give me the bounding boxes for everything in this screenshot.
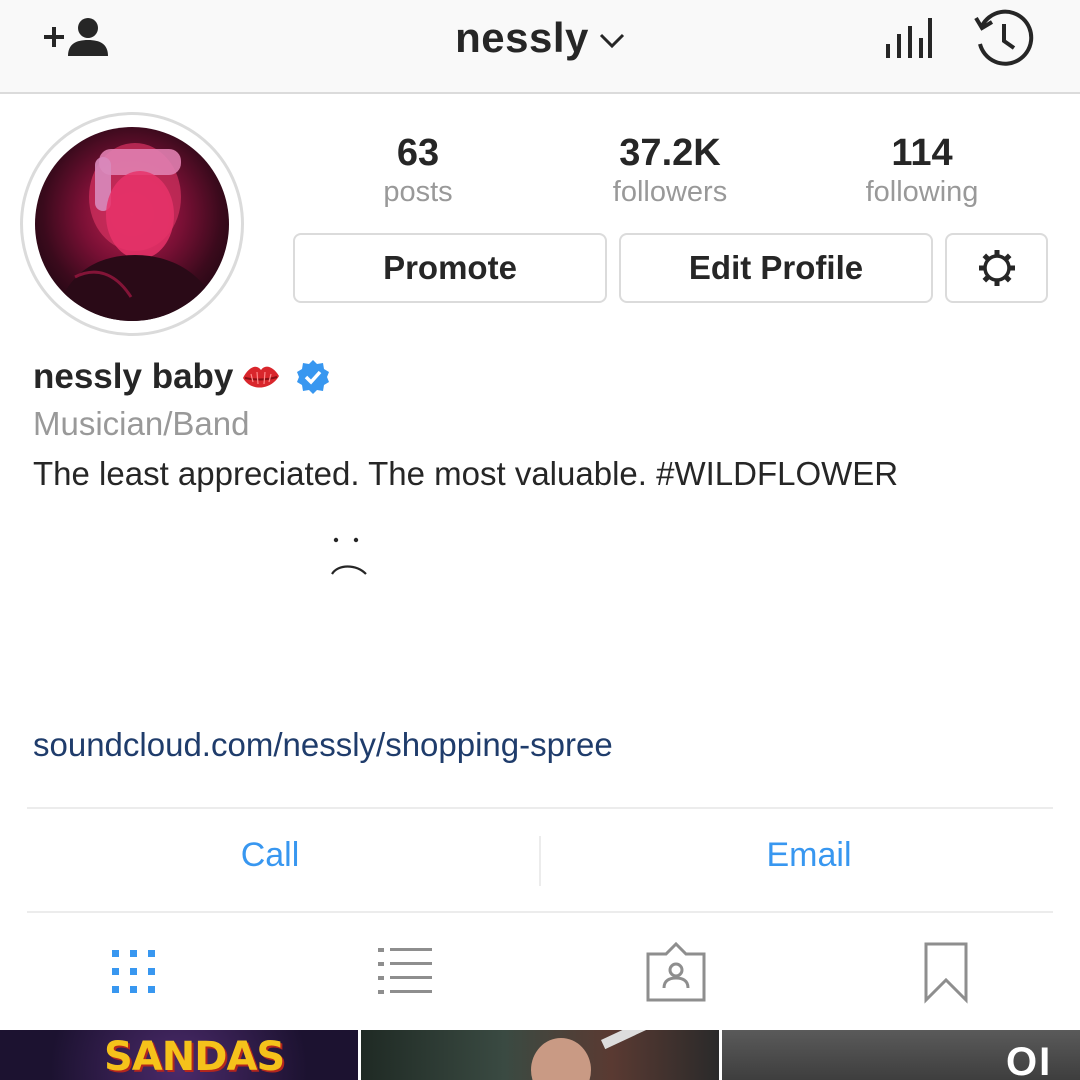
thumbnail-image <box>531 1030 687 1080</box>
contact-divider <box>539 836 541 886</box>
bio-text: The least appreciated. The most valuable… <box>33 455 899 492</box>
archive-icon[interactable] <box>972 8 1036 72</box>
post-thumbnail[interactable]: OI <box>722 1030 1080 1080</box>
following-stat[interactable]: 114 following <box>822 130 1022 208</box>
tagged-icon[interactable] <box>644 940 708 1004</box>
thumbnail-text: SANDAS <box>104 1034 285 1080</box>
promote-button[interactable]: Promote <box>293 233 607 303</box>
top-nav-bar: nessly <box>0 0 1080 94</box>
followers-label: followers <box>612 176 728 208</box>
lips-emoji-icon <box>243 366 280 388</box>
gear-icon <box>978 250 1015 286</box>
grid-icon[interactable] <box>102 940 166 1004</box>
followers-stat[interactable]: 37.2K followers <box>570 130 770 208</box>
insights-icon[interactable] <box>884 14 934 60</box>
posts-count: 63 <box>396 132 440 174</box>
avatar-portrait <box>55 143 221 321</box>
divider <box>27 807 1053 809</box>
category-label: Musician/Band <box>33 405 250 442</box>
posts-label: posts <box>383 176 453 208</box>
list-icon[interactable] <box>372 940 436 1004</box>
display-name-row: nessly baby <box>33 352 331 402</box>
avatar[interactable] <box>20 112 244 336</box>
verified-badge-icon <box>297 360 330 394</box>
display-name: nessly baby <box>33 357 234 396</box>
chevron-down-icon <box>599 33 624 49</box>
post-thumbnail[interactable] <box>361 1030 719 1080</box>
bio-link[interactable]: soundcloud.com/nessly/shopping-spree <box>33 726 613 764</box>
post-thumbnail[interactable]: SANDAS <box>0 1030 358 1080</box>
edit-profile-button[interactable]: Edit Profile <box>619 233 933 303</box>
posts-stat[interactable]: 63 posts <box>318 130 518 208</box>
following-count: 114 <box>891 132 953 174</box>
email-button[interactable]: Email <box>553 836 1065 875</box>
call-button[interactable]: Call <box>14 836 526 875</box>
sad-face-emoticon <box>331 537 367 575</box>
settings-button[interactable] <box>945 233 1048 303</box>
thumbnail-text: OI <box>1006 1040 1053 1080</box>
followers-count: 37.2K <box>619 132 721 174</box>
avatar-image <box>35 127 229 321</box>
divider <box>27 911 1053 913</box>
username-label: nessly <box>455 14 589 61</box>
following-label: following <box>865 176 979 208</box>
bookmark-icon[interactable] <box>914 940 978 1004</box>
